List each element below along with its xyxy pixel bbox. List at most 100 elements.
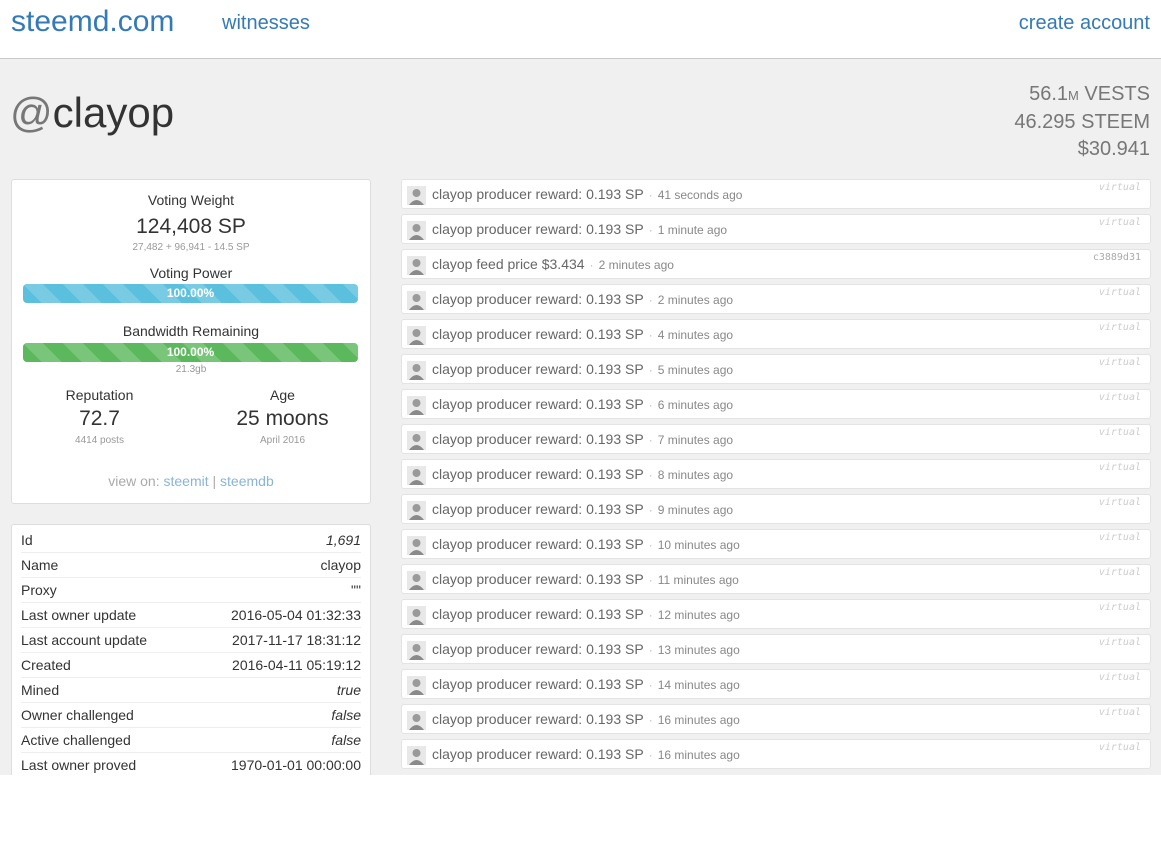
operation-tag: virtual [1098,497,1141,508]
operation-item[interactable]: clayop producer reward: 0.193 SP · 6 minut… [401,389,1151,419]
operation-time[interactable]: 41 seconds ago [658,188,743,202]
view-on-label: view on: [108,473,160,489]
operation-tag: virtual [1098,357,1141,368]
at-sign: @ [10,89,53,136]
operations-feed: clayop producer reward: 0.193 SP · 41 seco… [401,179,1151,774]
user-avatar-icon [407,641,426,660]
operation-text-group: clayop producer reward: 0.193 SP · 41 seco… [432,186,742,202]
dot-separator: · [648,608,653,622]
property-key: Active challenged [21,732,131,748]
user-avatar-icon [407,186,426,205]
voting-power-percent: 100.00% [166,286,215,300]
operation-description: clayop producer reward: 0.193 SP [432,466,644,482]
user-avatar-icon [407,571,426,590]
operation-text-group: clayop feed price $3.434 · 2 minutes ago [432,256,674,272]
account-name: clayop [52,89,175,136]
operation-item[interactable]: clayop producer reward: 0.193 SP · 5 minut… [401,354,1151,384]
operation-time[interactable]: 5 minutes ago [658,363,733,377]
operation-time[interactable]: 14 minutes ago [658,678,740,692]
operation-time[interactable]: 13 minutes ago [658,643,740,657]
vests-unit: VESTS [1078,83,1150,105]
dot-separator: · [648,573,653,587]
voting-weight-label: Voting Weight [147,192,235,208]
property-row: Id 1,691 [21,528,361,553]
operation-item[interactable]: clayop producer reward: 0.193 SP · 4 minut… [401,319,1151,349]
dot-separator: · [648,678,653,692]
dot-separator: · [648,748,653,762]
join-date: April 2016 [259,435,306,446]
operation-time[interactable]: 2 minutes ago [599,258,674,272]
operation-description: clayop producer reward: 0.193 SP [432,186,644,202]
top-navbar: steemd.com witnesses create account [0,0,1161,59]
operation-item[interactable]: clayop producer reward: 0.193 SP · 9 minut… [401,494,1151,524]
link-separator: | [212,473,217,489]
operation-item[interactable]: clayop producer reward: 0.193 SP · 8 minut… [401,459,1151,489]
witnesses-link[interactable]: witnesses [222,12,310,35]
operation-item[interactable]: clayop producer reward: 0.193 SP · 11 minu… [401,564,1151,594]
operation-time[interactable]: 11 minutes ago [658,573,739,587]
operation-tag: virtual [1098,602,1141,613]
operation-description: clayop producer reward: 0.193 SP [432,291,644,307]
user-avatar-icon [407,396,426,415]
operation-time[interactable]: 16 minutes ago [658,748,740,762]
operation-tag[interactable]: c3889d31 [1093,252,1141,263]
operation-text-group: clayop producer reward: 0.193 SP · 6 minut… [432,396,733,412]
operation-description: clayop producer reward: 0.193 SP [432,641,644,657]
operation-description: clayop producer reward: 0.193 SP [432,501,644,517]
vests-balance: 56.1M VESTS [1014,81,1150,109]
voting-power-bar: 100.00% [23,284,358,303]
operation-tag: virtual [1098,182,1141,193]
steem-balance: 46.295 STEEM [1014,111,1150,133]
operation-time[interactable]: 10 minutes ago [658,538,740,552]
operation-text-group: clayop producer reward: 0.193 SP · 1 minut… [432,221,727,237]
user-avatar-icon [407,221,426,240]
operation-item[interactable]: clayop producer reward: 0.193 SP · 16 minu… [401,739,1151,769]
operation-item[interactable]: clayop feed price $3.434 · 2 minutes ago c3… [401,249,1151,279]
operation-text-group: clayop producer reward: 0.193 SP · 13 minu… [432,641,740,657]
operation-item[interactable]: clayop producer reward: 0.193 SP · 12 minu… [401,599,1151,629]
operation-description: clayop producer reward: 0.193 SP [432,676,644,692]
operation-time[interactable]: 4 minutes ago [658,328,733,342]
post-count: 4414 posts [75,435,124,446]
brand-link[interactable]: steemd.com [11,5,174,39]
operation-item[interactable]: clayop producer reward: 0.193 SP · 41 seco… [401,179,1151,209]
property-key: Last owner proved [21,757,137,773]
dot-separator: · [648,468,653,482]
operation-time[interactable]: 1 minute ago [658,223,727,237]
operation-text-group: clayop producer reward: 0.193 SP · 2 minut… [432,291,733,307]
operation-tag: virtual [1098,567,1141,578]
operation-time[interactable]: 7 minutes ago [658,433,733,447]
operation-time[interactable]: 8 minutes ago [658,468,733,482]
operation-item[interactable]: clayop producer reward: 0.193 SP · 7 minut… [401,424,1151,454]
property-value: 2016-05-04 01:32:33 [231,607,361,623]
operation-time[interactable]: 9 minutes ago [658,503,733,517]
operation-time[interactable]: 12 minutes ago [658,608,740,622]
steemit-link[interactable]: steemit [164,473,209,489]
operation-description: clayop producer reward: 0.193 SP [432,221,644,237]
user-avatar-icon [407,536,426,555]
operation-item[interactable]: clayop producer reward: 0.193 SP · 10 minu… [401,529,1151,559]
account-properties-table: Id 1,691 Name clayop Proxy "" Last owner updat… [11,524,371,775]
operation-time[interactable]: 16 minutes ago [658,713,740,727]
voting-weight-breakdown: 27,482 + 96,941 - 14.5 SP [132,242,250,253]
dot-separator: · [648,188,653,202]
operation-item[interactable]: clayop producer reward: 0.193 SP · 13 minu… [401,634,1151,664]
operation-item[interactable]: clayop producer reward: 0.193 SP · 1 minut… [401,214,1151,244]
operation-tag: virtual [1098,287,1141,298]
operation-time[interactable]: 2 minutes ago [658,293,733,307]
steemdb-link[interactable]: steemdb [220,473,274,489]
operation-time[interactable]: 6 minutes ago [658,398,733,412]
dot-separator: · [589,258,594,272]
operation-tag: virtual [1098,462,1141,473]
voting-weight-value: 124,408 SP [136,215,246,238]
property-value: true [336,682,361,698]
operation-item[interactable]: clayop producer reward: 0.193 SP · 14 minu… [401,669,1151,699]
create-account-link[interactable]: create account [1019,12,1150,35]
operation-description: clayop producer reward: 0.193 SP [432,746,644,762]
user-avatar-icon [407,746,426,765]
operation-item[interactable]: clayop producer reward: 0.193 SP · 16 minu… [401,704,1151,734]
dot-separator: · [648,328,653,342]
age-value: 25 moons [236,407,329,430]
operation-item[interactable]: clayop producer reward: 0.193 SP · 2 minut… [401,284,1151,314]
operation-tag: virtual [1098,707,1141,718]
